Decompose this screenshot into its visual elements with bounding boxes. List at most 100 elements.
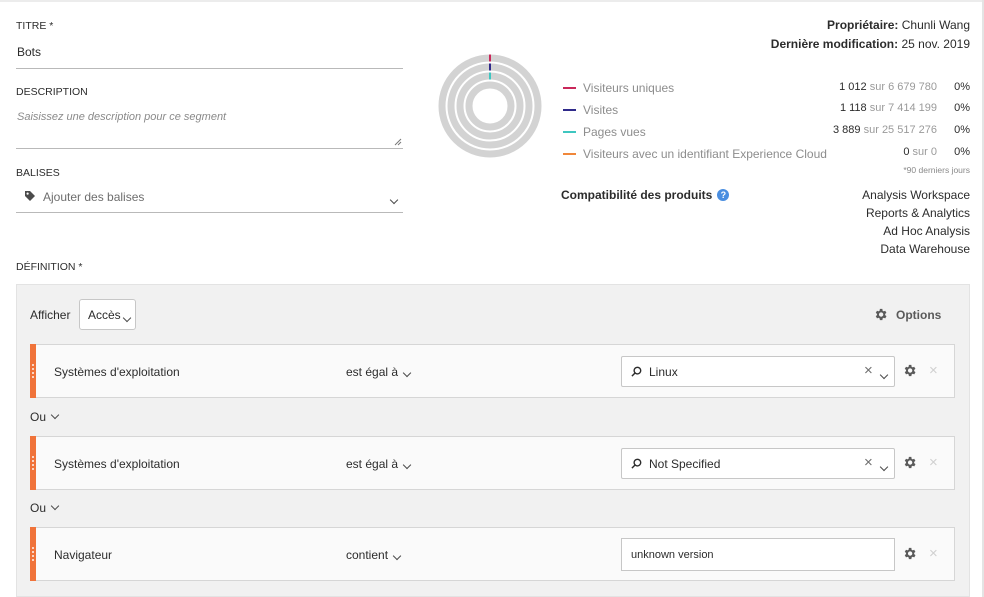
rule-operator[interactable]: est égal à bbox=[346, 365, 412, 379]
definition-label: DÉFINITION * bbox=[16, 261, 83, 273]
modified-value: 25 nov. 2019 bbox=[901, 37, 970, 51]
rule-row: Systèmes d'exploitation est égal à Not S… bbox=[30, 436, 955, 490]
legend-row: Visiteurs uniques bbox=[563, 80, 674, 96]
tags-placeholder: Ajouter des balises bbox=[43, 190, 145, 204]
chevron-down-icon bbox=[50, 410, 60, 420]
chevron-down-icon bbox=[122, 310, 132, 324]
stat-of: sur bbox=[869, 102, 885, 114]
legend-label: Visites bbox=[583, 103, 619, 117]
clear-icon[interactable]: × bbox=[864, 362, 873, 379]
or-operator[interactable]: Ou bbox=[30, 410, 60, 424]
options-label: Options bbox=[896, 307, 942, 322]
stat-percent: 0% bbox=[954, 146, 970, 158]
description-placeholder: Saisissez une description pour ce segmen… bbox=[17, 111, 227, 123]
show-label: Afficher bbox=[30, 308, 71, 322]
tags-input[interactable]: Ajouter des balises bbox=[16, 184, 403, 213]
stat-count: 0 sur 0 bbox=[903, 146, 937, 158]
tag-icon bbox=[25, 191, 35, 201]
stat-total: 7 414 199 bbox=[888, 102, 937, 114]
legend-swatch bbox=[563, 109, 576, 111]
stat-count: 1 012 sur 6 679 780 bbox=[839, 81, 937, 93]
donut-track bbox=[438, 54, 542, 158]
rule-operator-label: est égal à bbox=[346, 457, 399, 471]
title-label: TITRE * bbox=[16, 20, 54, 32]
rule-value-input[interactable]: unknown version bbox=[621, 538, 895, 571]
or-operator[interactable]: Ou bbox=[30, 501, 60, 515]
title-input[interactable]: Bots bbox=[16, 40, 403, 69]
legend-label: Visiteurs avec un identifiant Experience… bbox=[583, 147, 827, 161]
chevron-down-icon[interactable] bbox=[389, 192, 399, 206]
stat-value: 3 889 bbox=[833, 124, 861, 136]
show-dropdown-value: Accès bbox=[88, 308, 121, 322]
compat-label: Compatibilité des produits bbox=[561, 188, 713, 202]
drag-handle[interactable] bbox=[30, 527, 36, 581]
legend-row: Pages vues bbox=[563, 124, 646, 140]
drag-handle[interactable] bbox=[30, 436, 36, 490]
chevron-down-icon bbox=[402, 368, 412, 378]
stat-count: 1 118 sur 7 414 199 bbox=[840, 102, 937, 114]
search-icon bbox=[631, 366, 642, 377]
chevron-down-icon[interactable] bbox=[879, 367, 889, 381]
legend-label: Pages vues bbox=[583, 125, 646, 139]
drag-handle[interactable] bbox=[30, 344, 36, 398]
remove-rule-icon[interactable]: × bbox=[929, 455, 938, 470]
show-dropdown[interactable]: Accès bbox=[79, 299, 136, 330]
remove-rule-icon[interactable]: × bbox=[929, 546, 938, 561]
or-label: Ou bbox=[30, 410, 47, 424]
description-textarea[interactable]: Saisissez une description pour ce segmen… bbox=[16, 106, 403, 149]
modified-line: Dernière modification: 25 nov. 2019 bbox=[771, 37, 970, 51]
compat-product: Reports & Analytics bbox=[865, 206, 970, 220]
remove-rule-icon[interactable]: × bbox=[929, 363, 938, 378]
chevron-down-icon[interactable] bbox=[879, 459, 889, 473]
compat-product: Analysis Workspace bbox=[862, 188, 970, 202]
owner-line: Propriétaire: Chunli Wang bbox=[827, 18, 970, 32]
rule-value-combobox[interactable]: Linux × bbox=[621, 356, 895, 387]
stat-value: 1 118 bbox=[839, 102, 867, 114]
rule-operator-label: est égal à bbox=[346, 365, 399, 379]
rule-value-combobox[interactable]: Not Specified × bbox=[621, 448, 895, 479]
search-icon bbox=[631, 458, 642, 469]
title-input-value: Bots bbox=[17, 45, 42, 59]
gear-icon[interactable] bbox=[902, 546, 917, 561]
stat-value: 1 012 bbox=[839, 81, 867, 93]
rule-value: unknown version bbox=[631, 549, 714, 561]
rule-dimension: Navigateur bbox=[54, 548, 113, 562]
description-label: DESCRIPTION bbox=[16, 86, 88, 98]
rule-operator-label: contient bbox=[346, 548, 389, 562]
stat-of: sur bbox=[863, 124, 879, 136]
owner-value: Chunli Wang bbox=[901, 18, 970, 32]
stat-value: 0 bbox=[903, 146, 910, 158]
stat-total: 0 bbox=[930, 146, 937, 158]
rule-operator[interactable]: contient bbox=[346, 548, 402, 562]
resize-handle-icon[interactable] bbox=[394, 138, 402, 146]
options-button[interactable]: Options bbox=[873, 307, 941, 322]
legend-row: Visiteurs avec un identifiant Experience… bbox=[563, 146, 827, 162]
gear-icon[interactable] bbox=[902, 363, 917, 378]
help-icon[interactable]: ? bbox=[717, 189, 730, 201]
stat-percent: 0% bbox=[954, 81, 970, 93]
stat-total: 6 679 780 bbox=[888, 81, 937, 93]
clear-icon[interactable]: × bbox=[864, 454, 873, 471]
tags-label: BALISES bbox=[16, 167, 60, 179]
stat-of: sur bbox=[912, 146, 928, 158]
rule-row: Navigateur contient unknown version × bbox=[30, 527, 955, 581]
rule-dimension: Systèmes d'exploitation bbox=[54, 457, 180, 471]
top-border bbox=[0, 0, 984, 2]
gear-icon[interactable] bbox=[902, 455, 917, 470]
legend-swatch bbox=[563, 131, 576, 133]
donut-track bbox=[465, 81, 515, 131]
rule-operator[interactable]: est égal à bbox=[346, 457, 412, 471]
compat-product: Data Warehouse bbox=[880, 242, 970, 256]
modified-label: Dernière modification: bbox=[770, 37, 899, 51]
rule-row: Systèmes d'exploitation est égal à Linux… bbox=[30, 344, 955, 398]
stat-total: 25 517 276 bbox=[881, 124, 937, 136]
legend-label: Visiteurs uniques bbox=[583, 81, 675, 95]
rule-value: Not Specified bbox=[649, 457, 721, 471]
rule-dimension: Systèmes d'exploitation bbox=[54, 365, 180, 379]
compat-product: Ad Hoc Analysis bbox=[883, 224, 970, 238]
stat-percent: 0% bbox=[954, 124, 970, 136]
chevron-down-icon bbox=[402, 460, 412, 470]
legend-row: Visites bbox=[563, 102, 618, 118]
stat-of: sur bbox=[869, 81, 885, 93]
legend-swatch bbox=[563, 87, 576, 89]
